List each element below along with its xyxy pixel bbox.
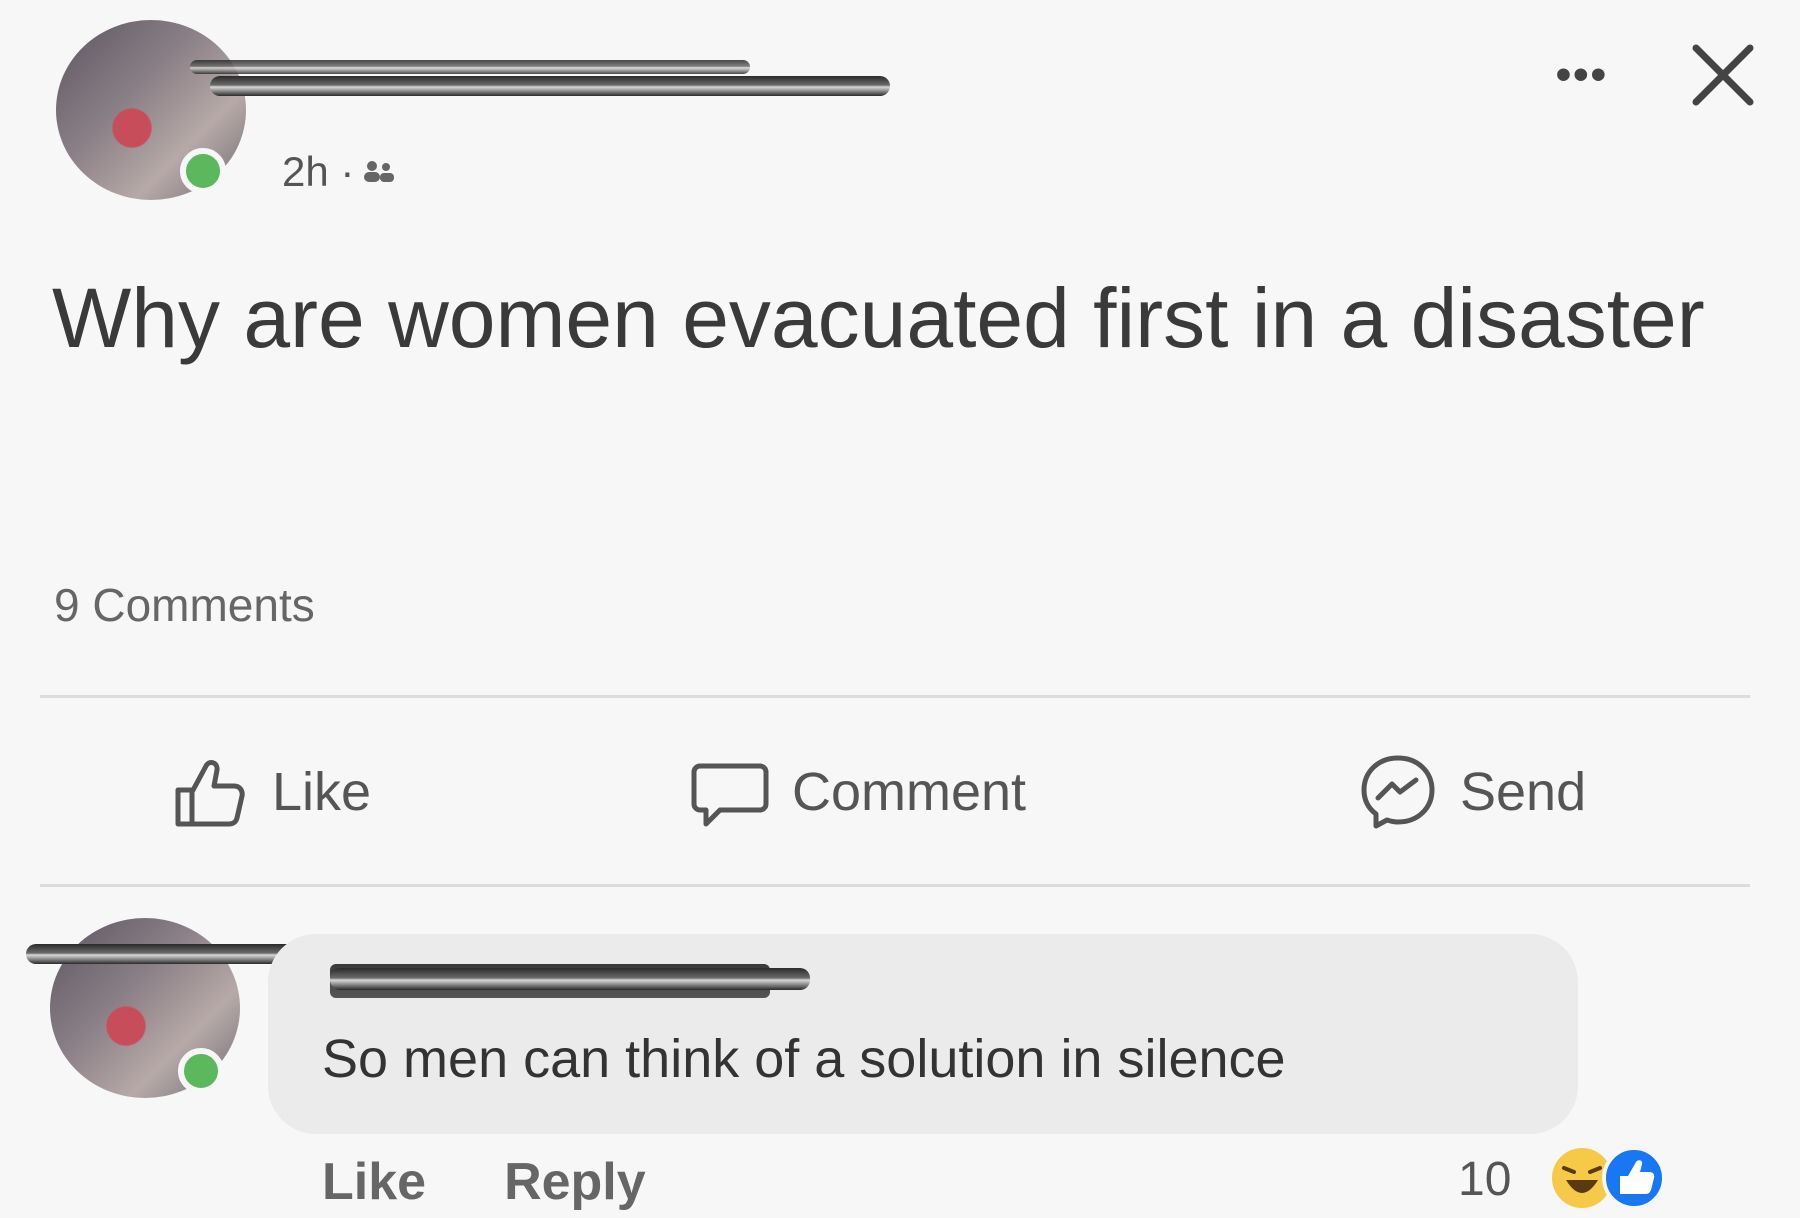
reaction-count[interactable]: 10: [1458, 1152, 1511, 1207]
comment-text: So men can think of a solution in silenc…: [322, 1029, 1286, 1089]
like-button[interactable]: Like: [170, 752, 371, 832]
post-text: Why are women evacuated first in a disas…: [52, 271, 1705, 365]
comment-button[interactable]: Comment: [690, 752, 1026, 832]
post-header-actions: •••: [1556, 40, 1758, 110]
send-label: Send: [1460, 762, 1587, 822]
send-button[interactable]: Send: [1358, 752, 1586, 832]
commenter-online-indicator: [178, 1048, 224, 1094]
divider-bottom: [40, 884, 1750, 887]
post-meta: 2h ·: [282, 148, 396, 196]
post-action-bar: Like Comment Send: [0, 752, 1800, 842]
redacted-commenter-name-bar: [330, 968, 810, 990]
like-reaction-icon: [1602, 1146, 1666, 1210]
thumbs-up-icon: [175, 760, 245, 827]
redacted-author-name: [210, 76, 890, 96]
comment-reply-link[interactable]: Reply: [504, 1152, 646, 1212]
divider-top: [40, 695, 1750, 698]
comment-actions: Like Reply: [322, 1152, 646, 1212]
close-icon[interactable]: [1688, 40, 1758, 110]
friends-icon: [364, 161, 395, 182]
comment-label: Comment: [792, 762, 1027, 822]
online-status-indicator: [180, 148, 226, 194]
comment-bubble-icon: [691, 763, 769, 827]
redacted-author-name-overlay: [190, 60, 750, 74]
comments-count-link[interactable]: 9 Comments: [54, 578, 315, 632]
messenger-icon: [1361, 755, 1435, 829]
like-label: Like: [272, 762, 372, 822]
comment-like-link[interactable]: Like: [322, 1152, 426, 1212]
more-options-icon[interactable]: •••: [1556, 53, 1608, 97]
post-timestamp[interactable]: 2h ·: [282, 148, 354, 196]
